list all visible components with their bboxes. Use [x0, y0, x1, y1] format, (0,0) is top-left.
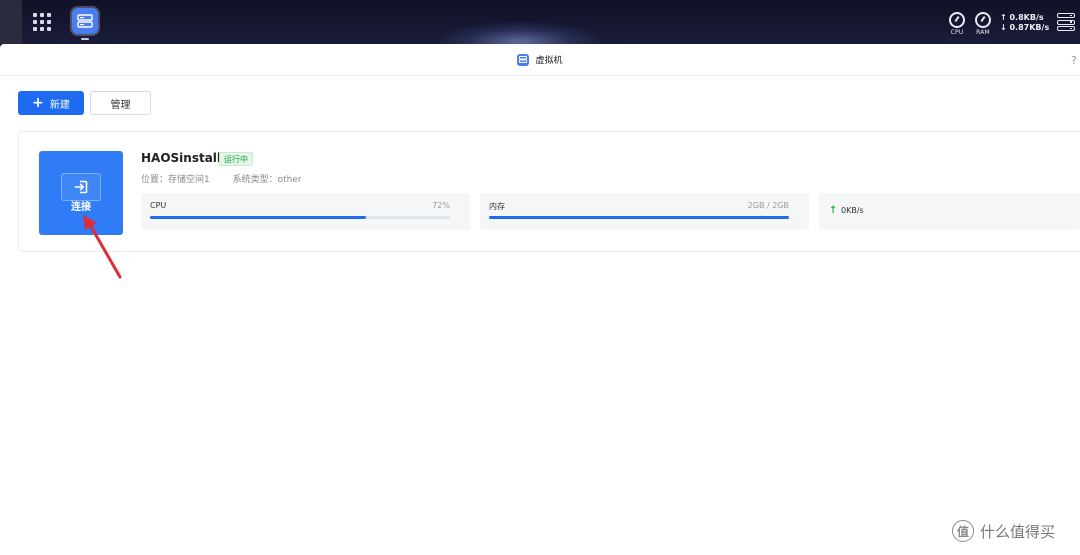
network-stats[interactable]: ↑ 0.8KB/s ↓ 0.87KB/s	[1000, 13, 1049, 33]
cpu-gauge-icon	[949, 12, 965, 28]
vm-location: 位置：存储空间1	[141, 175, 210, 185]
cpu-label: CPU	[150, 201, 167, 210]
memory-bar-track	[489, 216, 789, 219]
vm-meta: 位置：存储空间1 系统类型：other	[141, 172, 302, 185]
window-title: 虚拟机	[535, 56, 563, 66]
server-icon	[77, 14, 93, 28]
taskbar: CPU RAM ↑ 0.8KB/s ↓ 0.87KB/s	[0, 0, 1080, 44]
new-vm-button[interactable]: + 新建	[18, 91, 84, 115]
vm-app-taskbar-icon[interactable]	[72, 8, 98, 34]
network-value: 0KB/s	[841, 206, 864, 215]
download-rate: ↓ 0.87KB/s	[1000, 23, 1050, 32]
status-badge: 运行中	[219, 152, 253, 166]
memory-stat-box: 内存 2GB / 2GB	[480, 193, 809, 230]
cpu-value: 72%	[432, 201, 450, 210]
plus-icon: +	[32, 95, 44, 111]
memory-value: 2GB / 2GB	[747, 201, 789, 210]
wallpaper-glow	[440, 22, 600, 44]
ram-monitor[interactable]: RAM	[975, 12, 991, 36]
cpu-bar-track	[150, 216, 450, 219]
help-icon[interactable]: ?	[1071, 54, 1077, 67]
vm-title-icon	[517, 53, 530, 66]
login-arrow-icon	[74, 180, 88, 194]
manage-label: 管理	[110, 99, 131, 111]
network-stat-box: ↑ 0KB/s	[819, 193, 1080, 230]
connect-label: 连接	[71, 202, 91, 213]
watermark: 值 什么值得买	[952, 520, 1055, 542]
watermark-text: 什么值得买	[980, 522, 1056, 541]
vm-card: 连接 HAOSinstall 运行中 位置：存储空间1 系统类型：other C…	[18, 131, 1080, 252]
app-launcher-grid-icon[interactable]	[33, 13, 51, 31]
vm-os-type: 系统类型：other	[232, 175, 302, 185]
control-panel-icon[interactable]	[1057, 13, 1075, 31]
manage-button[interactable]: 管理	[90, 91, 151, 115]
vm-window: 虚拟机 ? + 新建 管理 连接 HAOSinstall 运行中 位置：存储空间…	[0, 44, 1080, 555]
active-app-indicator	[81, 38, 89, 40]
cpu-stat-box: CPU 72%	[141, 193, 470, 230]
new-vm-label: 新建	[49, 99, 70, 111]
cpu-monitor-label: CPU	[950, 29, 964, 36]
window-edge	[0, 0, 22, 44]
window-titlebar[interactable]: 虚拟机 ?	[0, 44, 1080, 76]
upload-rate: ↑ 0.8KB/s	[1000, 13, 1044, 22]
cpu-monitor[interactable]: CPU	[949, 12, 965, 36]
connect-button[interactable]: 连接	[39, 151, 123, 235]
arrow-up-icon: ↑	[829, 205, 838, 216]
memory-bar-fill	[489, 216, 789, 219]
memory-label: 内存	[489, 202, 505, 211]
watermark-logo-icon: 值	[952, 520, 974, 542]
vm-name: HAOSinstall	[141, 151, 222, 165]
connect-screen-frame	[61, 173, 101, 201]
ram-monitor-label: RAM	[976, 29, 990, 36]
cpu-bar-fill	[150, 216, 366, 219]
ram-gauge-icon	[975, 12, 991, 28]
